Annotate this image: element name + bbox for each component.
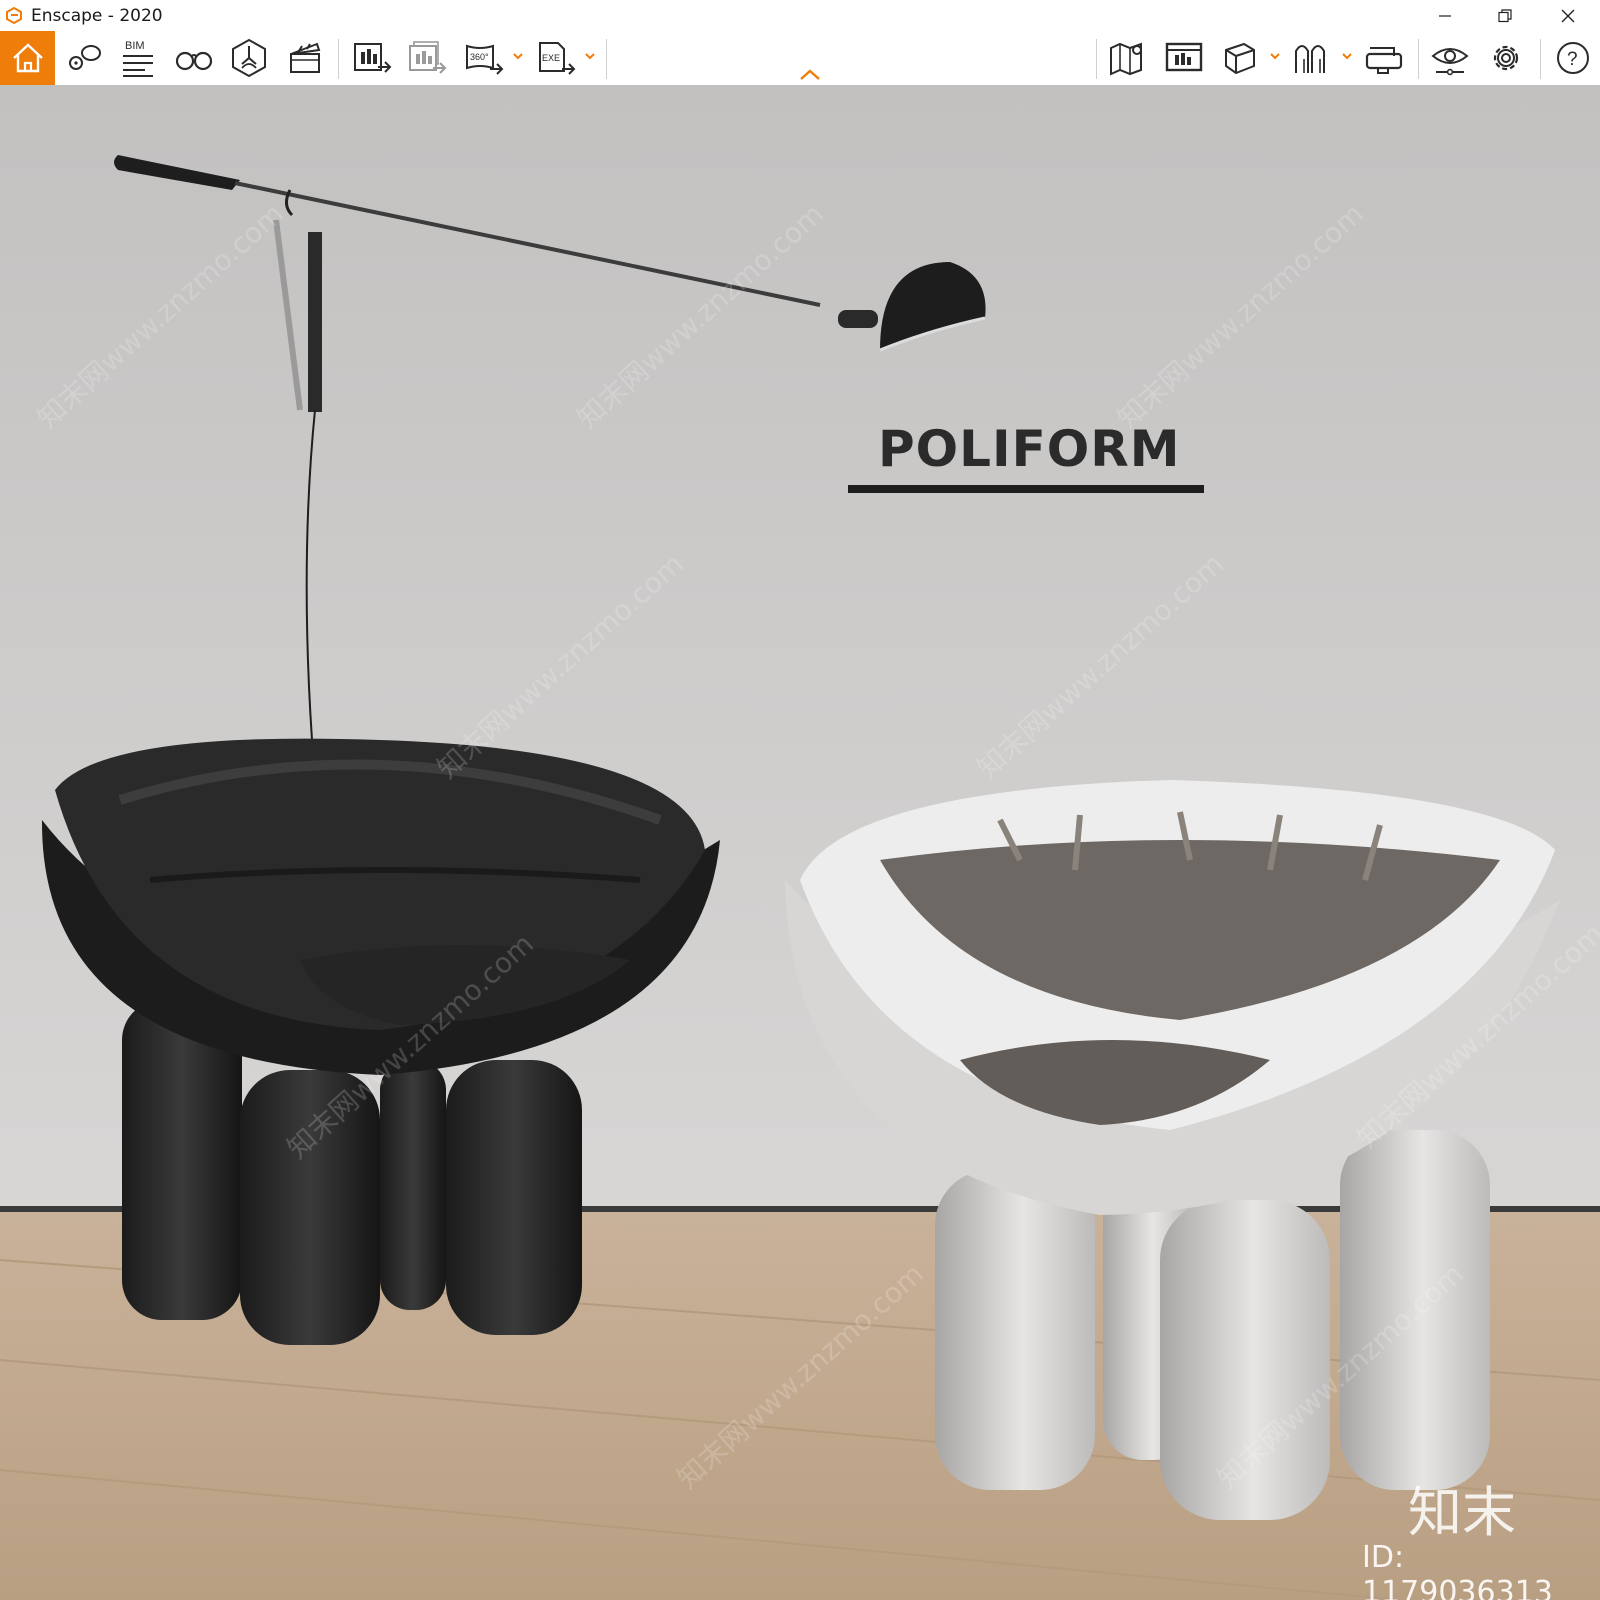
eye-icon: [1431, 48, 1469, 76]
bim-icon: BIM: [123, 40, 153, 77]
exe-label: EXE: [542, 53, 560, 63]
toolbar-separator: [338, 39, 339, 79]
cube-button[interactable]: [1216, 33, 1264, 83]
exe-dropdown-icon[interactable]: [583, 49, 597, 63]
title-bar: Enscape - 2020: [0, 0, 1600, 31]
map-button[interactable]: [1104, 33, 1152, 83]
help-label: ?: [1567, 49, 1578, 70]
watermark-logo: 知末: [1408, 1481, 1516, 1544]
people-icon: [1295, 45, 1325, 73]
clapperboard-icon: [290, 42, 321, 73]
window-title: Enscape - 2020: [31, 6, 163, 26]
brand-underline: [848, 485, 1204, 493]
toolbar-separator: [606, 39, 607, 79]
scene-render: [0, 85, 1600, 1600]
gear-icon: [1493, 45, 1519, 71]
batch-render-icon: [409, 41, 447, 74]
restore-button[interactable]: [1482, 0, 1528, 31]
close-button[interactable]: [1545, 0, 1591, 31]
cube-icon: [1225, 42, 1255, 75]
collaboration-dropdown-icon[interactable]: [1340, 49, 1354, 63]
screenshot-button[interactable]: [348, 33, 396, 83]
main-toolbar: BIM 360° EXE ?: [0, 31, 1600, 85]
web-export-icon: [1165, 42, 1203, 72]
render-viewport[interactable]: POLIFORM 知末网www.znzmo.com 知末网www.znzmo.c…: [0, 85, 1600, 1600]
views-icon: [69, 45, 101, 70]
exe-export-icon: EXE: [539, 42, 576, 75]
toolbar-separator: [1418, 39, 1419, 79]
panorama-button[interactable]: 360°: [460, 33, 508, 83]
panorama-label: 360°: [470, 52, 489, 62]
bim-label: BIM: [125, 40, 145, 52]
vr-headset-icon: [1365, 47, 1403, 74]
video-editor-button[interactable]: [281, 33, 329, 83]
batch-render-button[interactable]: [403, 33, 451, 83]
cube-dropdown-icon[interactable]: [1268, 49, 1282, 63]
vr-headset-button[interactable]: [1360, 33, 1408, 83]
toolbar-separator: [1096, 39, 1097, 79]
close-icon: [1561, 9, 1575, 22]
asset-library-button[interactable]: [225, 33, 273, 83]
watermark-id: ID: 1179036313: [1362, 1540, 1553, 1600]
minimize-icon: [1439, 14, 1451, 17]
brand-text: POLIFORM: [878, 420, 1181, 478]
web-export-button[interactable]: [1160, 33, 1208, 83]
toolbar-separator: [1540, 39, 1541, 79]
exe-export-button[interactable]: EXE: [532, 33, 580, 83]
bim-button[interactable]: BIM: [114, 33, 162, 83]
chevron-up-icon[interactable]: [798, 67, 822, 81]
home-icon: [12, 43, 43, 73]
panorama-dropdown-icon[interactable]: [511, 49, 525, 63]
minimize-button[interactable]: [1422, 0, 1468, 31]
collaboration-button[interactable]: [1288, 33, 1336, 83]
screenshot-export-icon: [354, 43, 392, 73]
map-icon: [1110, 42, 1142, 76]
binoculars-icon: [175, 51, 213, 71]
asset-library-icon: [232, 38, 266, 78]
enscape-logo-icon: [6, 7, 22, 24]
help-button[interactable]: ?: [1549, 33, 1597, 83]
binoculars-button[interactable]: [170, 33, 218, 83]
visual-settings-button[interactable]: [1426, 33, 1474, 83]
home-button[interactable]: [0, 31, 55, 85]
help-icon: ?: [1557, 42, 1589, 74]
settings-button[interactable]: [1482, 33, 1530, 83]
panorama-icon: 360°: [466, 44, 504, 75]
restore-icon: [1498, 8, 1512, 22]
views-button[interactable]: [60, 33, 108, 83]
